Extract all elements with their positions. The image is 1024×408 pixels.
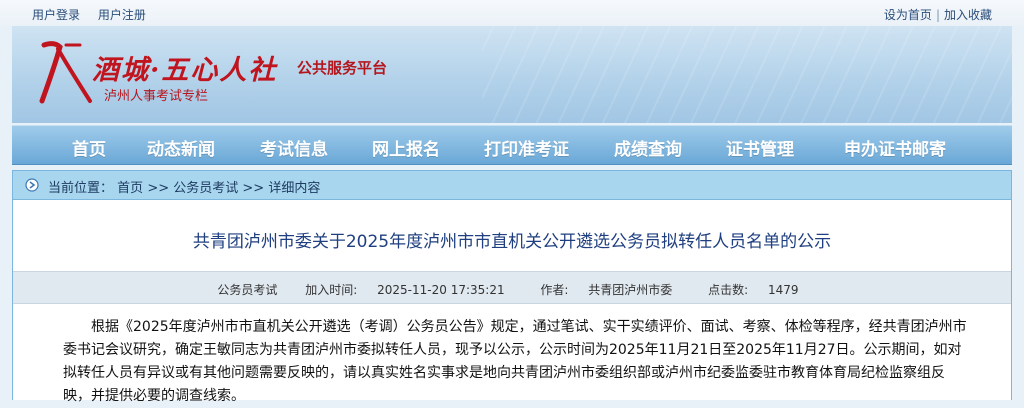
author-value: 共青团泸州市委 [588,283,673,297]
article-body: 根据《2025年度泸州市市直机关公开遴选（考调）公务员公告》规定，通过笔试、实干… [63,319,967,404]
article-meta: 公务员考试 加入时间: 2025-11-20 17:35:21 作者: 共青团泸… [13,271,1011,304]
breadcrumb-prefix: 当前位置： [48,181,114,196]
nav-item-print-admission-ticket[interactable]: 打印准考证 [484,135,569,160]
nav-item-exam-info[interactable]: 考试信息 [260,135,328,160]
register-link[interactable]: 用户注册 [98,8,146,22]
brand-tagline: 泸州人事考试专栏 [104,89,209,104]
breadcrumb-separator: >> [242,181,265,196]
author: 作者: 共青团泸州市委 [532,283,680,297]
main-nav: 首页 动态新闻 考试信息 网上报名 打印准考证 成绩查询 证书管理 申办证书邮寄 [12,125,1012,165]
nav-item-home[interactable]: 首页 [72,135,106,160]
article-title: 共青团泸州市委关于2025年度泸州市市直机关公开遴选公务员拟转任人员名单的公示 [192,232,832,252]
article-panel: 共青团泸州市委关于2025年度泸州市市直机关公开遴选公务员拟转任人员名单的公示 … [12,200,1012,404]
breadcrumb-home[interactable]: 首页 [117,181,143,196]
added-time-value: 2025-11-20 17:35:21 [377,283,505,297]
added-time-label: 加入时间: [305,283,358,297]
breadcrumb-current: 详细内容 [268,181,321,196]
breadcrumb-separator: >> [147,181,170,196]
banner-decoration [482,26,1012,123]
header-banner: 酒城·五心人社 公共服务平台 泸州人事考试专栏 [12,26,1012,123]
set-home-link[interactable]: 设为首页 [884,8,932,22]
nav-item-online-registration[interactable]: 网上报名 [372,135,440,160]
hits: 点击数: 1479 [700,283,806,297]
link-separator: | [935,8,940,22]
breadcrumb-category[interactable]: 公务员考试 [173,181,238,196]
nav-item-certificate-management[interactable]: 证书管理 [726,135,794,160]
author-label: 作者: [540,283,569,297]
article-category: 公务员考试 [217,283,278,297]
login-link[interactable]: 用户登录 [32,8,80,22]
site-links: 设为首页 | 加入收藏 [884,6,992,23]
nav-item-certificate-mailing[interactable]: 申办证书邮寄 [844,135,946,160]
bookmark-link[interactable]: 加入收藏 [944,8,992,22]
nav-item-news[interactable]: 动态新闻 [147,135,215,160]
breadcrumb: 当前位置： 首页 >> 公务员考试 >> 详细内容 [12,170,1012,200]
arrow-circle-icon [25,178,39,192]
brand-subtitle: 公共服务平台 [297,59,388,77]
logo-icon[interactable] [36,39,96,107]
brand-title: 酒城·五心人社 [92,55,278,86]
account-links: 用户登录 用户注册 [32,6,160,23]
nav-item-score-query[interactable]: 成绩查询 [614,135,682,160]
hits-value: 1479 [768,283,799,297]
breadcrumb-text: 当前位置： 首页 >> 公务员考试 >> 详细内容 [48,177,320,196]
hits-label: 点击数: [708,283,749,297]
top-bar: 用户登录 用户注册 设为首页 | 加入收藏 [0,0,1024,26]
added-time: 加入时间: 2025-11-20 17:35:21 [297,283,512,297]
